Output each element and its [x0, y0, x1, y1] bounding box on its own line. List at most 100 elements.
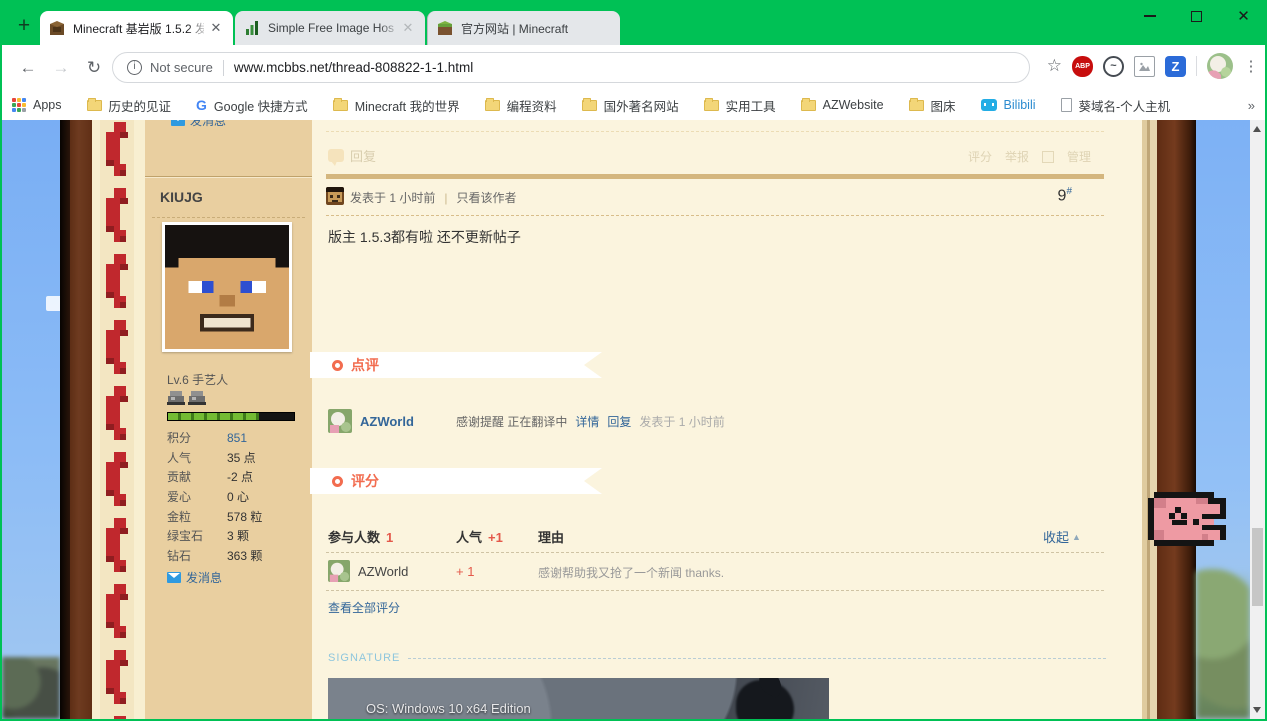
z-extension-icon[interactable]: Z	[1165, 55, 1186, 77]
apps-shortcut[interactable]: Apps	[12, 98, 62, 112]
bookmark-folder-azwebsite[interactable]: AZWebsite	[800, 97, 884, 112]
bookmark-label: 实用工具	[725, 99, 776, 114]
participants-label: 参与人数	[328, 530, 381, 545]
bookmark-personal-host[interactable]: 葵域名-个人主机	[1060, 96, 1170, 115]
info-icon[interactable]: i	[127, 60, 142, 75]
bookmark-bilibili[interactable]: Bilibili	[980, 98, 1036, 112]
previous-post-message-link[interactable]: 发消息	[171, 120, 226, 129]
rating-row: AZWorld + 1 感谢帮助我又抢了一个新闻 thanks.	[328, 560, 1104, 584]
stat-value: 3 颗	[227, 529, 250, 544]
address-bar[interactable]: i Not secure www.mcbbs.net/thread-808822…	[112, 52, 1030, 83]
bookmark-folder-tools[interactable]: 实用工具	[703, 96, 776, 115]
manage-checkbox[interactable]	[1042, 150, 1055, 163]
comment-reply-link[interactable]: 回复	[607, 413, 631, 430]
close-button[interactable]: ✕	[1220, 0, 1267, 32]
popularity-header: 人气 +1	[456, 527, 503, 546]
new-tab-button[interactable]: +	[12, 15, 36, 39]
meta-separator: |	[444, 190, 448, 205]
red-bracket-pattern	[92, 120, 145, 719]
commenter-avatar[interactable]	[328, 409, 352, 433]
stat-contribution: 贡献 -2 点	[167, 467, 262, 487]
post-main-area: 回复 评分 举报 管理 发表于 1 小时前 | 只看该作者 9# 版主 1.5.…	[312, 120, 1142, 719]
bookmark-folder-history[interactable]: 历史的见证	[86, 96, 171, 115]
scroll-down-arrow[interactable]	[1253, 707, 1261, 713]
send-message-link[interactable]: 发消息	[186, 569, 222, 586]
only-author-link[interactable]: 只看该作者	[456, 189, 516, 206]
adblock-extension-icon[interactable]: ABP	[1072, 55, 1093, 77]
collapse-control[interactable]: 收起 ▲	[1043, 527, 1081, 546]
bookmark-label: 图床	[930, 99, 956, 114]
view-all-ratings-link[interactable]: 查看全部评分	[328, 599, 400, 616]
bookmark-folder-foreign-sites[interactable]: 国外著名网站	[581, 96, 679, 115]
folder-icon	[908, 97, 924, 111]
previous-post-actions: 评分 举报 管理	[968, 148, 1091, 165]
bookmark-folder-image-host[interactable]: 图床	[908, 96, 956, 115]
signature-banner-image: OS: Windows 10 x64 Edition	[328, 678, 829, 719]
floor-number[interactable]: 9#	[1058, 186, 1072, 205]
bookmark-folder-minecraft[interactable]: Minecraft 我的世界	[332, 96, 460, 115]
collapse-link[interactable]: 收起	[1043, 527, 1069, 546]
reply-button[interactable]: 回复	[328, 146, 376, 166]
tab-title-fade	[187, 11, 209, 45]
tab-image-host[interactable]: Simple Free Image Hos ✕	[235, 11, 425, 45]
bookmark-star-icon[interactable]: ☆	[1047, 56, 1062, 76]
profile-avatar[interactable]	[1207, 53, 1233, 79]
send-message-link[interactable]: 发消息	[190, 120, 226, 129]
bookmark-label: Bilibili	[1003, 98, 1036, 112]
forward-button[interactable]: →	[49, 56, 73, 80]
browser-menu-button[interactable]: ⋮	[1243, 57, 1259, 75]
medal-badges	[167, 390, 206, 405]
tab-close-icon[interactable]: ✕	[400, 20, 416, 36]
scroll-up-arrow[interactable]	[1253, 126, 1261, 132]
manage-link[interactable]: 管理	[1067, 148, 1091, 165]
screenshot-extension-icon[interactable]	[1134, 55, 1155, 77]
back-button[interactable]: ←	[16, 56, 40, 80]
scrollbar-thumb[interactable]	[1252, 528, 1263, 606]
security-label: Not secure	[150, 60, 213, 75]
comment-row: AZWorld 感谢提醒 正在翻译中 详情 回复 发表于 1 小时前	[328, 409, 725, 433]
author-avatar[interactable]	[162, 222, 292, 352]
pixel-fish-widget[interactable]	[1148, 492, 1226, 557]
rater-name-link[interactable]: AZWorld	[358, 564, 408, 579]
tab-minecraft-official[interactable]: 官方网站 | Minecraft	[427, 11, 620, 45]
bookmark-google-shortcuts[interactable]: G Google 快捷方式	[196, 96, 308, 115]
wood-border-right	[1157, 120, 1196, 719]
bookmarks-overflow-chevron[interactable]: »	[1248, 98, 1255, 113]
titlebar: + Minecraft 基岩版 1.5.2 发 ✕ Simple Free Im…	[0, 0, 1267, 45]
commenter-name-link[interactable]: AZWorld	[360, 414, 456, 429]
rate-link[interactable]: 评分	[968, 148, 992, 165]
minecraft-block-icon	[50, 21, 64, 35]
url-text[interactable]: www.mcbbs.net/thread-808822-1-1.html	[234, 60, 473, 75]
page-edge-shadow-left	[60, 120, 70, 719]
stat-label: 积分	[167, 431, 192, 446]
report-link[interactable]: 举报	[1005, 148, 1029, 165]
rater-avatar[interactable]	[328, 560, 350, 582]
author-username[interactable]: KIUJG	[160, 189, 203, 205]
mountain-icon	[1139, 62, 1150, 71]
page-scrollbar[interactable]	[1250, 120, 1265, 719]
poster-mini-avatar[interactable]	[326, 187, 344, 205]
previous-post-footer: 回复 评分 举报 管理	[312, 144, 1142, 168]
s-circle-extension-icon[interactable]: ~	[1103, 55, 1124, 77]
post-header-dashed-divider	[326, 215, 1104, 216]
medal-icon	[167, 391, 185, 405]
tab-title: 官方网站 | Minecraft	[461, 21, 569, 36]
stat-value[interactable]: 851	[227, 431, 247, 445]
previous-post-dashed-divider	[326, 131, 1104, 132]
stat-value: 578 粒	[227, 509, 263, 524]
stat-label: 钻石	[167, 548, 192, 563]
tab-close-icon[interactable]: ✕	[208, 20, 224, 36]
comment-detail-link[interactable]: 详情	[575, 413, 599, 430]
reload-button[interactable]: ↻	[82, 56, 106, 80]
stat-label: 人气	[167, 450, 192, 465]
envelope-icon	[167, 572, 181, 583]
envelope-icon	[171, 120, 185, 126]
folder-icon	[703, 97, 719, 111]
minimize-button[interactable]	[1126, 0, 1173, 32]
send-message[interactable]: 发消息	[167, 569, 222, 586]
maximize-button[interactable]	[1173, 0, 1220, 32]
tab-mcbbs[interactable]: Minecraft 基岩版 1.5.2 发 ✕	[40, 11, 233, 45]
bookmark-folder-programming[interactable]: 编程资料	[484, 96, 557, 115]
page-border-khaki-right	[1142, 120, 1157, 719]
collapse-arrow-icon: ▲	[1072, 531, 1081, 542]
